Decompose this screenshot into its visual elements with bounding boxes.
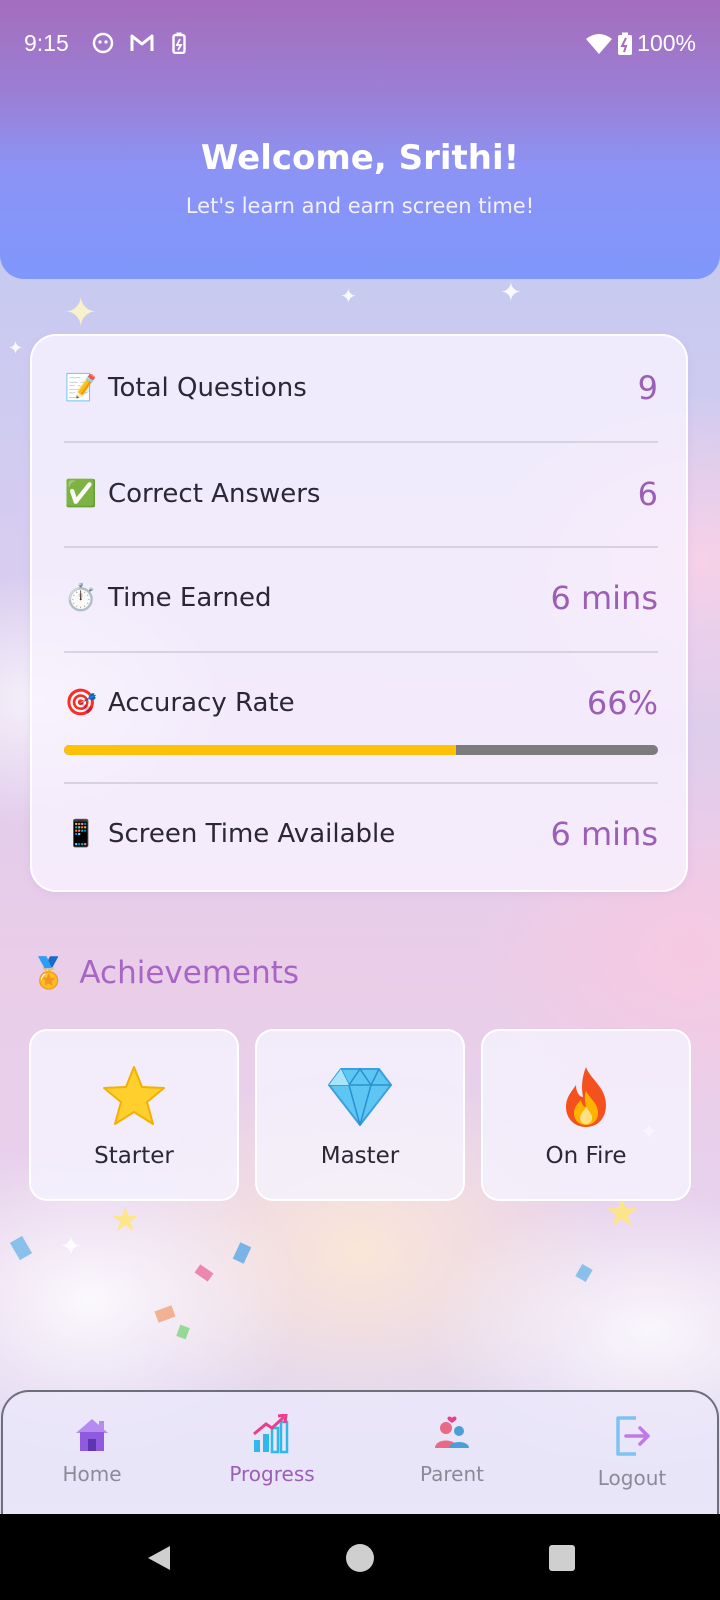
status-right: 100% <box>585 30 696 57</box>
nav-label: Parent <box>419 1462 485 1486</box>
logout-icon <box>616 1416 650 1456</box>
stat-label: Total Questions <box>108 373 307 403</box>
confetti-piece <box>9 1235 33 1261</box>
stat-row-correct-answers: ✅ Correct Answers 6 <box>64 442 658 546</box>
confetti-piece <box>194 1264 214 1282</box>
memo-icon: 📝 <box>64 373 98 403</box>
back-icon[interactable] <box>144 1544 172 1572</box>
stats-card: 📝 Total Questions 9 ✅ Correct Answers 6 … <box>30 334 688 892</box>
accuracy-progress-fill <box>64 745 457 755</box>
achievement-card-on-fire[interactable]: On Fire <box>481 1029 691 1201</box>
nav-label: Progress <box>229 1462 315 1486</box>
sparkle-icon: ✦ <box>8 338 24 359</box>
achievements-heading: 🏅 Achievements <box>30 955 299 991</box>
nav-item-home[interactable]: Home <box>27 1414 157 1486</box>
recents-icon[interactable] <box>548 1544 576 1572</box>
accuracy-progress-bar <box>64 745 658 755</box>
achievement-label: On Fire <box>545 1143 627 1169</box>
sparkle-icon: ✦ <box>60 1232 82 1262</box>
confetti-piece <box>232 1242 252 1264</box>
stat-value: 6 mins <box>550 579 658 617</box>
confetti-piece <box>154 1305 176 1323</box>
stat-label: Accuracy Rate <box>108 688 295 718</box>
battery-percent: 100% <box>637 30 696 56</box>
target-icon: 🎯 <box>64 688 98 718</box>
stat-value: 9 <box>637 369 658 407</box>
stopwatch-icon: ⏱️ <box>64 583 98 613</box>
achievement-card-starter[interactable]: Starter <box>29 1029 239 1201</box>
stat-value: 6 <box>637 475 658 513</box>
system-navigation-bar <box>0 1514 720 1600</box>
wifi-icon <box>586 33 613 54</box>
stat-row-screen-time: 📱 Screen Time Available 6 mins <box>64 782 658 886</box>
achievement-label: Starter <box>94 1143 174 1169</box>
nav-item-logout[interactable]: Logout <box>567 1414 697 1490</box>
check-mark-icon: ✅ <box>64 479 98 509</box>
gmail-icon <box>130 34 154 51</box>
stat-label: Correct Answers <box>108 479 321 509</box>
stat-label: Time Earned <box>108 583 272 613</box>
achievement-card-master[interactable]: Master <box>255 1029 465 1201</box>
stat-value: 66% <box>586 684 658 722</box>
stat-row-accuracy-rate: 🎯 Accuracy Rate 66% <box>64 651 658 755</box>
confetti-piece <box>575 1263 593 1283</box>
bottom-navigation: Home Progress Parent Logout <box>1 1390 719 1514</box>
nav-label: Logout <box>597 1466 667 1490</box>
stat-value: 6 mins <box>550 815 658 853</box>
achievements-title: Achievements <box>79 955 300 991</box>
battery-icon <box>618 32 633 55</box>
fire-icon <box>566 1067 606 1127</box>
welcome-title: Welcome, Srithi! <box>200 138 520 178</box>
nav-label: Home <box>62 1462 122 1486</box>
battery-saver-icon <box>172 32 186 54</box>
app-notification-icon <box>92 32 114 54</box>
home-icon <box>76 1419 108 1451</box>
sparkle-icon: ✦ <box>340 284 357 308</box>
home-circle-icon[interactable] <box>345 1543 375 1573</box>
phone-icon: 📱 <box>64 819 98 849</box>
header: 9:15 100% Welcome, Srithi! Let's learn a… <box>0 0 720 279</box>
star-icon <box>103 1066 165 1125</box>
status-time: 9:15 <box>24 30 69 56</box>
nav-item-progress[interactable]: Progress <box>207 1414 337 1486</box>
diamond-icon <box>328 1067 392 1126</box>
achievement-label: Master <box>320 1143 400 1169</box>
progress-chart-icon <box>253 1414 289 1454</box>
nav-item-parent[interactable]: Parent <box>387 1414 517 1486</box>
parent-icon <box>435 1416 469 1448</box>
confetti-piece <box>176 1324 190 1340</box>
status-bar: 9:15 100% <box>0 0 720 90</box>
medal-icon: 🏅 <box>30 955 68 991</box>
stat-row-total-questions: 📝 Total Questions 9 <box>64 336 658 440</box>
stat-label: Screen Time Available <box>108 819 396 849</box>
stat-row-time-earned: ⏱️ Time Earned 6 mins <box>64 546 658 650</box>
star-confetti-icon: ★ <box>110 1200 141 1240</box>
welcome-subtitle: Let's learn and earn screen time! <box>185 194 535 218</box>
sparkle-icon: ✦ <box>500 278 522 308</box>
sparkle-icon: ✦ <box>64 290 98 336</box>
